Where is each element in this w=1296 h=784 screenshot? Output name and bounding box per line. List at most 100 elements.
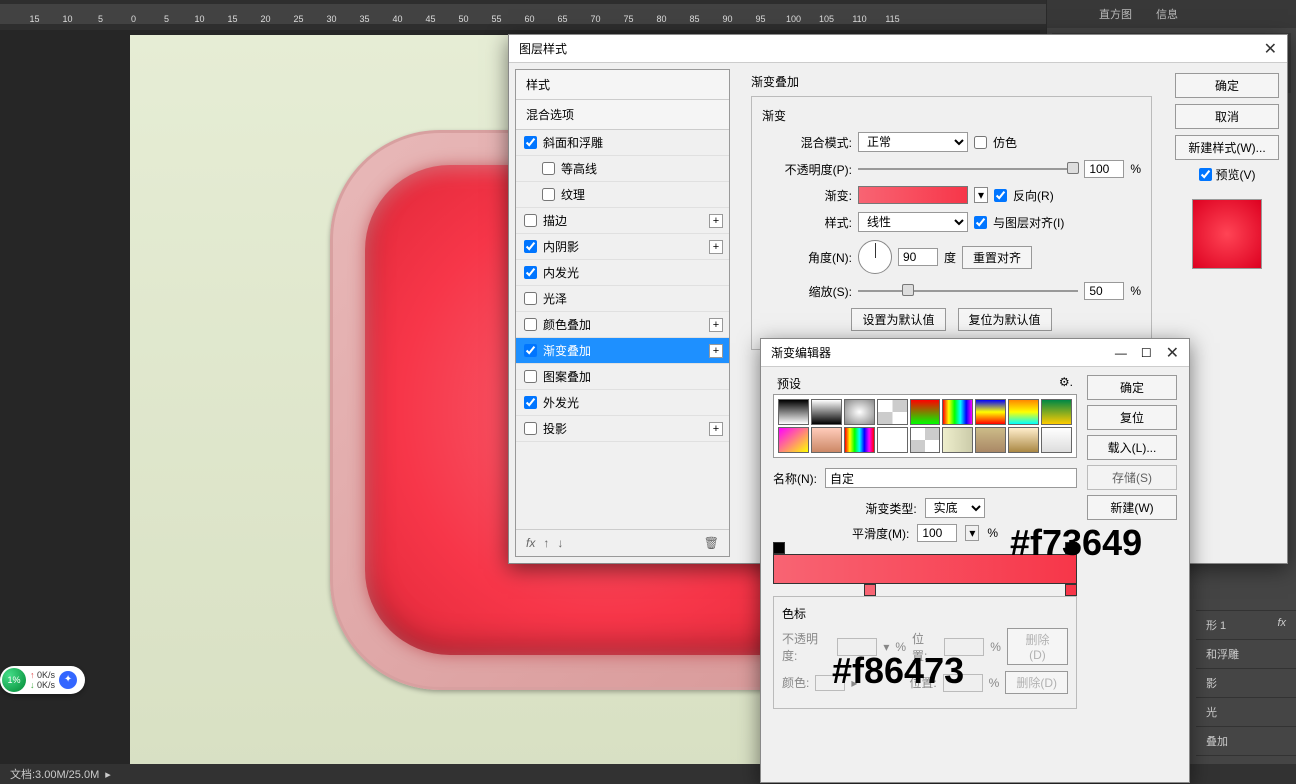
style-item-等高线[interactable]: 等高线 — [516, 156, 729, 182]
scale-input[interactable] — [1084, 282, 1124, 300]
trash-icon[interactable]: 🗑 — [704, 536, 719, 550]
layer-effect-row[interactable]: 和浮雕 — [1196, 639, 1296, 668]
ge-load-button[interactable]: 载入(L)... — [1087, 435, 1177, 460]
style-item-颜色叠加[interactable]: 颜色叠加+ — [516, 312, 729, 338]
style-checkbox[interactable] — [542, 188, 555, 201]
scale-slider[interactable] — [858, 283, 1078, 299]
delete-opacity-stop-button[interactable]: 删除(D) — [1007, 628, 1068, 665]
style-item-图案叠加[interactable]: 图案叠加 — [516, 364, 729, 390]
gradient-preset[interactable] — [877, 399, 908, 425]
close-icon[interactable]: ✕ — [1264, 39, 1277, 59]
gradient-preset[interactable] — [942, 427, 973, 453]
style-checkbox[interactable] — [524, 292, 537, 305]
gradient-preset[interactable] — [778, 427, 809, 453]
style-item-光泽[interactable]: 光泽 — [516, 286, 729, 312]
style-item-纹理[interactable]: 纹理 — [516, 182, 729, 208]
style-checkbox[interactable] — [524, 266, 537, 279]
style-checkbox[interactable] — [524, 370, 537, 383]
gradient-preset[interactable] — [975, 399, 1006, 425]
layer-effect-row[interactable]: 光 — [1196, 697, 1296, 726]
gradient-preset[interactable] — [844, 427, 875, 453]
ge-ok-button[interactable]: 确定 — [1087, 375, 1177, 400]
dropdown-icon[interactable]: ▸ — [105, 768, 111, 781]
ge-new-button[interactable]: 新建(W) — [1087, 495, 1177, 520]
fx-icon[interactable]: fx — [526, 536, 535, 550]
align-checkbox[interactable] — [974, 216, 987, 229]
style-item-渐变叠加[interactable]: 渐变叠加+ — [516, 338, 729, 364]
angle-dial[interactable] — [858, 240, 892, 274]
style-checkbox[interactable] — [524, 396, 537, 409]
layer-effect-row[interactable]: 影 — [1196, 668, 1296, 697]
fx-badge[interactable]: fx — [1277, 617, 1286, 633]
style-item-描边[interactable]: 描边+ — [516, 208, 729, 234]
style-checkbox[interactable] — [524, 240, 537, 253]
blend-options-row[interactable]: 混合选项 — [516, 100, 729, 130]
gradient-preset[interactable] — [877, 427, 908, 453]
new-style-button[interactable]: 新建样式(W)... — [1175, 135, 1279, 160]
plus-icon[interactable]: + — [709, 318, 723, 332]
ge-save-button[interactable]: 存储(S) — [1087, 465, 1177, 490]
maximize-icon[interactable]: ☐ — [1141, 346, 1152, 360]
gradient-preset[interactable] — [942, 399, 973, 425]
style-checkbox[interactable] — [524, 422, 537, 435]
style-checkbox[interactable] — [524, 318, 537, 331]
gradient-name-input[interactable] — [825, 468, 1077, 488]
make-default-button[interactable]: 设置为默认值 — [851, 308, 945, 331]
gear-icon[interactable]: ⚙. — [1059, 375, 1073, 392]
ok-button[interactable]: 确定 — [1175, 73, 1279, 98]
dither-checkbox[interactable] — [974, 136, 987, 149]
down-arrow-icon[interactable]: ↓ — [557, 536, 563, 550]
reset-align-button[interactable]: 重置对齐 — [962, 246, 1032, 269]
grad-type-select[interactable]: 实底 — [925, 498, 985, 518]
network-indicator[interactable]: 1% ↑ 0K/s ↓ 0K/s ✦ — [0, 666, 85, 694]
gradient-dropdown-icon[interactable]: ▾ — [974, 187, 988, 203]
dialog-titlebar[interactable]: 渐变编辑器 — ☐ ✕ — [761, 339, 1189, 367]
minimize-icon[interactable]: — — [1115, 346, 1127, 360]
delete-color-stop-button[interactable]: 删除(D) — [1005, 671, 1068, 694]
gradient-preset[interactable] — [811, 399, 842, 425]
preview-checkbox[interactable] — [1199, 168, 1212, 181]
gradient-preset[interactable] — [1008, 427, 1039, 453]
cancel-button[interactable]: 取消 — [1175, 104, 1279, 129]
gradient-preset[interactable] — [910, 427, 941, 453]
gradient-preset[interactable] — [975, 427, 1006, 453]
style-checkbox[interactable] — [524, 344, 537, 357]
layer-row[interactable]: 形 1 fx — [1196, 610, 1296, 639]
gradient-preset[interactable] — [811, 427, 842, 453]
gradient-preset[interactable] — [844, 399, 875, 425]
close-icon[interactable]: ✕ — [1166, 343, 1179, 363]
up-arrow-icon[interactable]: ↑ — [543, 536, 549, 550]
style-checkbox[interactable] — [524, 214, 537, 227]
style-item-斜面和浮雕[interactable]: 斜面和浮雕 — [516, 130, 729, 156]
gradient-preset[interactable] — [778, 399, 809, 425]
reverse-checkbox[interactable] — [994, 189, 1007, 202]
opacity-input[interactable] — [1084, 160, 1124, 178]
gradient-preset[interactable] — [1008, 399, 1039, 425]
style-select[interactable]: 线性 — [858, 212, 968, 232]
smoothness-input[interactable] — [917, 524, 957, 542]
dialog-titlebar[interactable]: 图层样式 ✕ — [509, 35, 1287, 63]
gradient-swatch[interactable] — [858, 186, 968, 204]
style-item-内发光[interactable]: 内发光 — [516, 260, 729, 286]
style-item-外发光[interactable]: 外发光 — [516, 390, 729, 416]
ge-reset-button[interactable]: 复位 — [1087, 405, 1177, 430]
layer-effect-row[interactable]: 叠加 — [1196, 726, 1296, 755]
style-item-内阴影[interactable]: 内阴影+ — [516, 234, 729, 260]
style-checkbox[interactable] — [524, 136, 537, 149]
reset-default-button[interactable]: 复位为默认值 — [958, 308, 1052, 331]
style-checkbox[interactable] — [542, 162, 555, 175]
gradient-preset[interactable] — [1041, 427, 1072, 453]
plus-icon[interactable]: + — [709, 240, 723, 254]
style-item-投影[interactable]: 投影+ — [516, 416, 729, 442]
notification-badge[interactable]: ✦ — [59, 671, 77, 689]
tab-info[interactable]: 信息 — [1144, 6, 1190, 22]
gradient-preset[interactable] — [910, 399, 941, 425]
blend-mode-select[interactable]: 正常 — [858, 132, 968, 152]
plus-icon[interactable]: + — [709, 422, 723, 436]
angle-input[interactable] — [898, 248, 938, 266]
dropdown-icon[interactable]: ▾ — [965, 525, 979, 541]
tab-histogram[interactable]: 直方图 — [1087, 6, 1144, 22]
plus-icon[interactable]: + — [709, 344, 723, 358]
opacity-slider[interactable] — [858, 161, 1078, 177]
gradient-preset[interactable] — [1041, 399, 1072, 425]
